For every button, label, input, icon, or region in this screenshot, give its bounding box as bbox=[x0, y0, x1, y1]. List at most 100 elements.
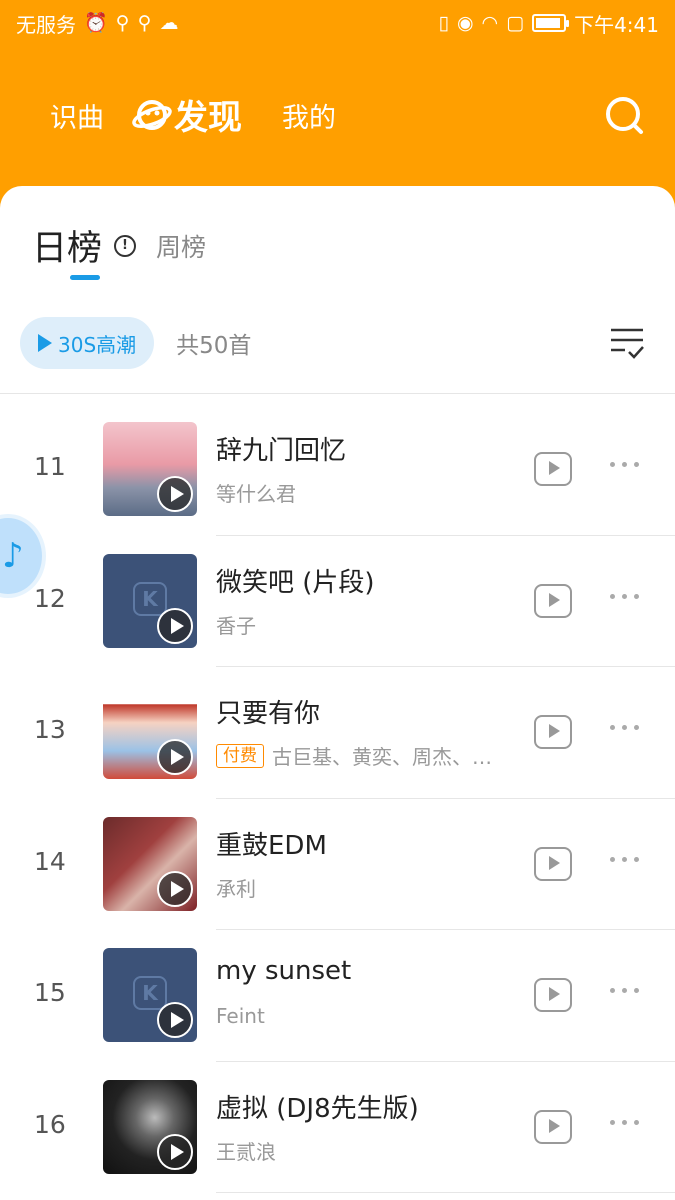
dot bbox=[622, 593, 627, 599]
song-meta: 香子 bbox=[216, 610, 256, 639]
song-row[interactable]: 15 Kmy sunset Feint bbox=[0, 930, 675, 1062]
video-play-icon[interactable] bbox=[534, 452, 572, 486]
cover-play-icon[interactable] bbox=[157, 739, 193, 775]
video-play-icon[interactable] bbox=[534, 846, 572, 881]
dot bbox=[634, 593, 639, 599]
play-icon bbox=[38, 334, 52, 352]
rank-number: 16 bbox=[34, 1109, 66, 1139]
tab-discover-label: 发现 bbox=[174, 98, 242, 138]
tab-discover[interactable]: 发现 bbox=[132, 90, 242, 139]
song-meta: Feint bbox=[216, 1004, 265, 1028]
hook-play-button[interactable]: 30S高潮 bbox=[20, 317, 155, 369]
rank-tabs: 日榜 ! 周榜 bbox=[32, 220, 206, 271]
album-cover[interactable] bbox=[103, 685, 197, 779]
song-title: 只要有你 bbox=[216, 699, 321, 729]
album-cover[interactable] bbox=[103, 422, 197, 516]
status-bar: 无服务 ⏰ ⚲ ⚲ ☁ ▯ ◉ ◠ ▢ 下午4:41 bbox=[0, 0, 675, 46]
cover-play-icon[interactable] bbox=[157, 476, 193, 512]
ranking-card: 日榜 ! 周榜 30S高潮 共50首 11 辞九门回忆 等什么君 12 K 微笑吧 (片段… bbox=[0, 186, 675, 1200]
dot bbox=[622, 856, 627, 862]
song-row[interactable]: 16 虚拟 (DJ8先生版) 王贰浪 bbox=[0, 1062, 675, 1194]
album-cover[interactable] bbox=[103, 816, 197, 911]
song-title: my sunset bbox=[216, 956, 352, 986]
top-nav: 识曲 发现 我的 bbox=[0, 72, 675, 156]
dot bbox=[610, 725, 615, 730]
song-title: 重鼓EDM bbox=[216, 830, 327, 861]
song-artist: 古巨基、黄奕、周杰、… bbox=[272, 745, 492, 769]
song-row[interactable]: 14 重鼓EDM 承利 bbox=[0, 799, 675, 931]
album-cover[interactable] bbox=[103, 1079, 197, 1174]
dot bbox=[622, 1119, 627, 1125]
song-row[interactable]: 12 K 微笑吧 (片段) 香子 bbox=[0, 536, 675, 668]
dot bbox=[610, 988, 615, 993]
song-meta: 王贰浪 bbox=[216, 1136, 276, 1165]
more-dots-icon[interactable] bbox=[610, 725, 639, 730]
vibrate-icon: ▯ bbox=[438, 11, 449, 34]
dot bbox=[610, 593, 615, 599]
hook-play-label: 30S高潮 bbox=[58, 332, 137, 357]
more-dots-icon[interactable] bbox=[610, 462, 639, 467]
tab-indicator bbox=[70, 275, 100, 280]
kuwo-logo-icon: K bbox=[133, 581, 167, 616]
status-right: ▯ ◉ ◠ ▢ 下午4:41 bbox=[438, 9, 659, 38]
video-play-icon[interactable] bbox=[534, 1109, 572, 1144]
cover-play-icon[interactable] bbox=[157, 1133, 193, 1170]
tab-daily[interactable]: 日榜 bbox=[32, 220, 102, 271]
total-count: 共50首 bbox=[176, 333, 252, 359]
album-cover[interactable]: K bbox=[103, 948, 197, 1042]
dot bbox=[634, 725, 639, 730]
rank-number: 13 bbox=[34, 715, 66, 744]
tab-weekly[interactable]: 周榜 bbox=[156, 228, 206, 264]
more-dots-icon[interactable] bbox=[610, 1119, 639, 1125]
dot bbox=[610, 462, 615, 467]
list-check-icon[interactable] bbox=[609, 326, 645, 360]
eye-icon: ◉ bbox=[456, 11, 474, 34]
song-row[interactable]: 11 辞九门回忆等什么君 bbox=[0, 404, 675, 536]
dot bbox=[634, 856, 639, 862]
kuwo-logo-icon: K bbox=[133, 976, 167, 1010]
dot bbox=[622, 462, 627, 467]
song-title: 辞九门回忆 bbox=[216, 436, 347, 466]
rank-number: 11 bbox=[34, 452, 66, 481]
song-meta: 承利 bbox=[216, 873, 256, 902]
song-artist: Feint bbox=[216, 1004, 265, 1028]
rank-number: 14 bbox=[34, 846, 66, 876]
cover-play-icon[interactable] bbox=[157, 607, 193, 644]
video-play-icon[interactable] bbox=[534, 978, 572, 1012]
dot bbox=[634, 1119, 639, 1125]
planet-icon bbox=[132, 99, 172, 130]
video-play-icon[interactable] bbox=[534, 583, 572, 618]
carrier-text: 无服务 bbox=[16, 12, 76, 37]
tab-recognize[interactable]: 识曲 bbox=[50, 96, 104, 135]
search-icon[interactable] bbox=[603, 94, 645, 136]
usb-debug-icon: ⚲ bbox=[137, 11, 152, 34]
info-icon[interactable]: ! bbox=[114, 234, 137, 257]
dot bbox=[610, 1119, 615, 1125]
cloud-icon: ☁ bbox=[159, 11, 179, 34]
song-meta: 等什么君 bbox=[216, 478, 296, 507]
wifi-icon: ◠ bbox=[481, 11, 499, 34]
rank-number: 12 bbox=[34, 583, 66, 613]
song-title: 虚拟 (DJ8先生版) bbox=[216, 1093, 419, 1124]
sim-icon: ▢ bbox=[506, 11, 525, 34]
song-row[interactable]: 13 只要有你付费 古巨基、黄奕、周杰、… bbox=[0, 667, 675, 799]
status-left: 无服务 ⏰ ⚲ ⚲ ☁ bbox=[16, 9, 179, 38]
dot bbox=[634, 988, 639, 993]
song-artist: 王贰浪 bbox=[216, 1139, 276, 1164]
cover-play-icon[interactable] bbox=[157, 1002, 193, 1038]
tab-mine[interactable]: 我的 bbox=[282, 96, 336, 135]
video-play-icon[interactable] bbox=[534, 715, 572, 749]
divider bbox=[0, 393, 675, 394]
album-cover[interactable]: K bbox=[103, 553, 197, 648]
list-toolbar: 30S高潮 共50首 bbox=[20, 316, 675, 370]
cover-play-icon[interactable] bbox=[157, 870, 193, 907]
song-list: 11 辞九门回忆 等什么君 12 K 微笑吧 (片段) 香子 13 只要有你 付费 古巨基、黄奕、周… bbox=[0, 404, 675, 1193]
more-dots-icon[interactable] bbox=[610, 988, 639, 993]
clock-text: 下午4:41 bbox=[574, 12, 659, 37]
more-dots-icon[interactable] bbox=[610, 856, 639, 862]
usb-icon: ⚲ bbox=[115, 11, 130, 34]
alarm-icon: ⏰ bbox=[84, 11, 108, 34]
more-dots-icon[interactable] bbox=[610, 593, 639, 599]
battery-icon bbox=[532, 14, 570, 32]
song-meta: 付费 古巨基、黄奕、周杰、… bbox=[216, 741, 492, 770]
